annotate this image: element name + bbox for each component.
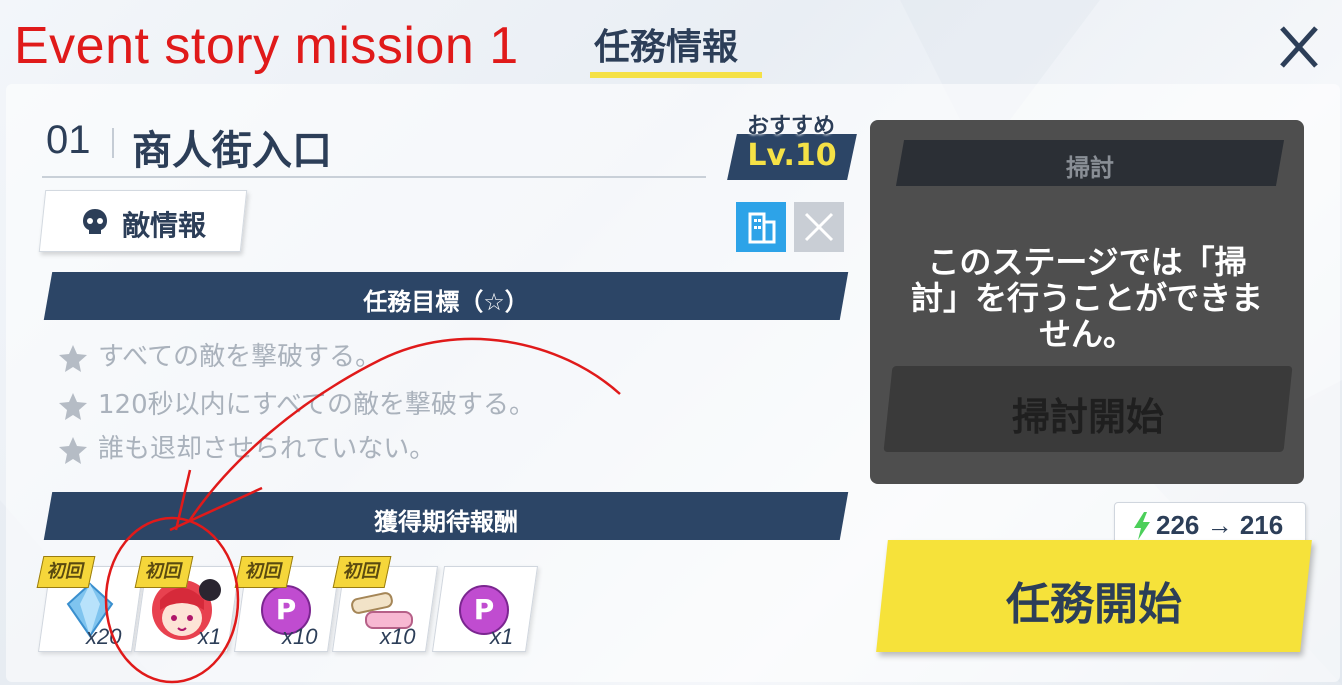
reward-count: x1 <box>198 624 222 649</box>
objective-item: すべての敵を撃破する。 <box>58 336 381 373</box>
page-title: 任務情報 <box>594 27 739 68</box>
close-icon[interactable] <box>1270 18 1328 76</box>
recommended-level-badge: おすすめ Lv.10 <box>726 108 857 184</box>
rewards-title: 獲得期待報酬 <box>374 508 518 536</box>
stage-divider <box>112 128 114 158</box>
lightning-icon <box>1134 512 1150 540</box>
first-clear-tag: 初回 <box>234 556 294 588</box>
recommend-label: おすすめ <box>746 114 835 139</box>
ap-cost-text: 226 → 216 <box>1156 510 1284 540</box>
annotation-title: Event story mission 1 <box>14 17 519 75</box>
first-clear-tag: 初回 <box>332 556 392 588</box>
sweep-title: 掃討 <box>1066 154 1114 182</box>
star-icon <box>59 436 87 464</box>
reward-count: x1 <box>490 624 514 649</box>
enemy-skull-icon <box>83 209 107 234</box>
reward-count: x10 <box>380 624 416 649</box>
recommend-level: Lv.10 <box>747 138 837 173</box>
sweep-unavailable-message: このステージでは「掃討」を行うことができません。 <box>910 243 1263 353</box>
first-clear-tag: 初回 <box>134 556 194 588</box>
reward-count: x10 <box>282 624 318 649</box>
title-underline <box>590 72 762 78</box>
svg-text:P: P <box>276 593 297 626</box>
enemy-info-label: 敵情報 <box>122 209 207 242</box>
sweep-start-label: 掃討開始 <box>1011 395 1164 439</box>
objective-item: 誰も退却させられていない。 <box>58 428 435 465</box>
stage-underline <box>42 176 706 178</box>
disabled-toggle-button[interactable] <box>794 202 844 252</box>
objective-item: 120秒以内にすべての敵を撃破する。 <box>58 384 535 421</box>
star-icon <box>59 344 87 372</box>
reward-count: x20 <box>86 624 122 649</box>
star-icon <box>59 392 87 420</box>
svg-text:P: P <box>474 593 495 626</box>
objectives-title: 任務目標（☆） <box>363 288 529 316</box>
mission-start-label: 任務開始 <box>1006 579 1182 630</box>
stage-number: 01 <box>46 118 91 162</box>
stage-name: 商人街入口 <box>132 128 332 174</box>
first-clear-tag: 初回 <box>36 556 96 588</box>
cross-icon <box>804 212 834 242</box>
building-button[interactable] <box>736 202 786 252</box>
building-icon <box>748 212 776 244</box>
